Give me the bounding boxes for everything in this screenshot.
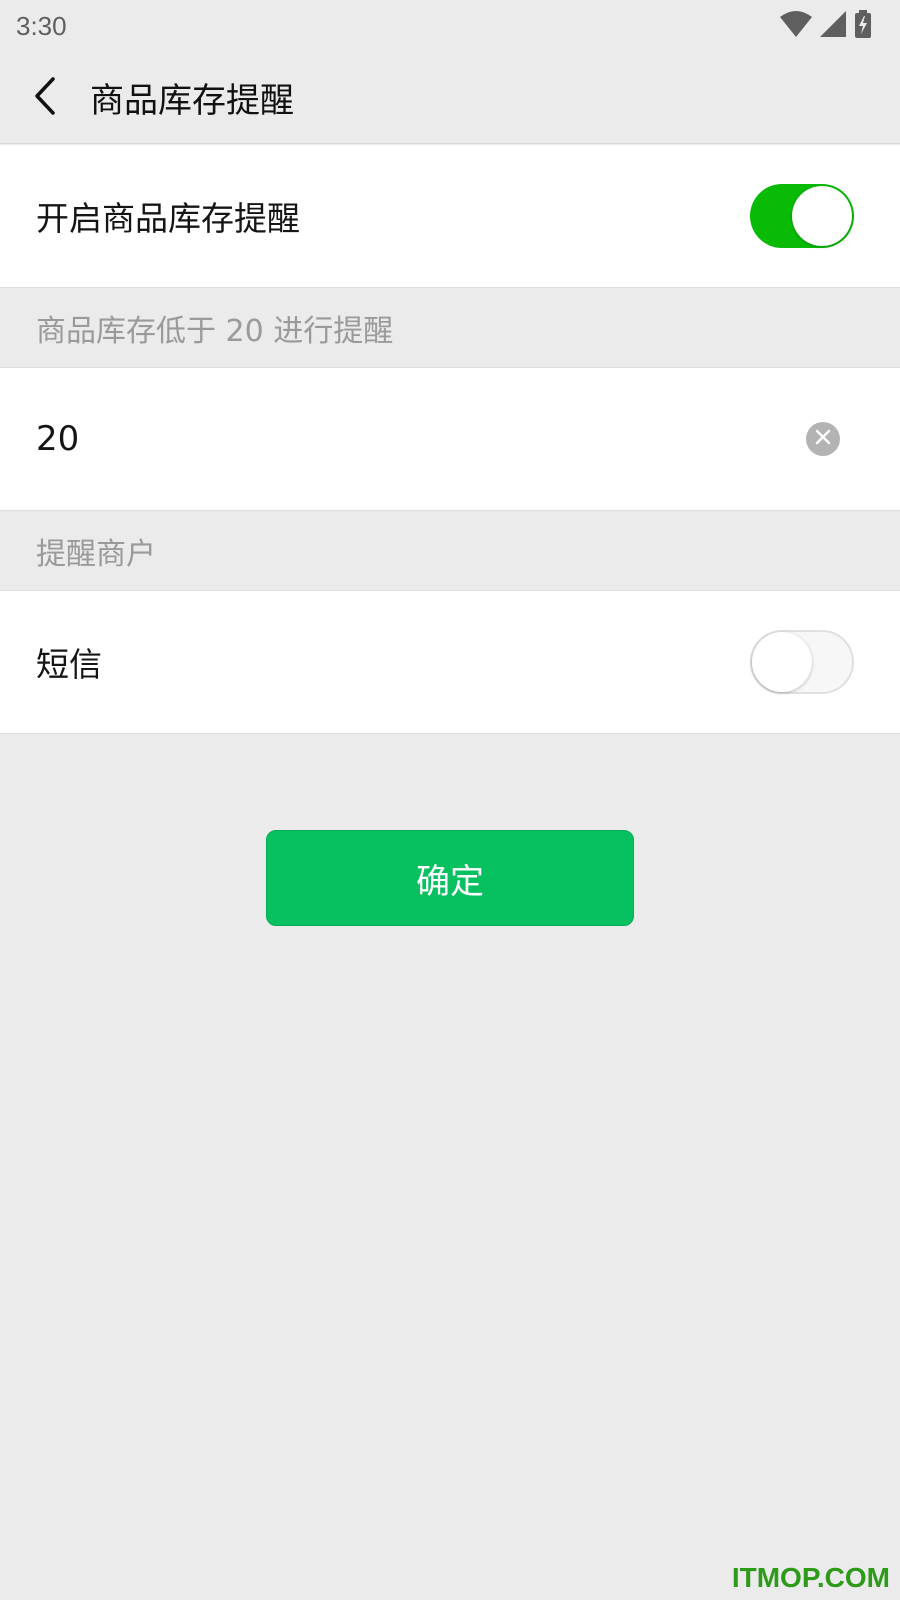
status-icons [780,10,872,42]
clear-button[interactable] [806,422,840,456]
notify-header-text: 提醒商户 [36,536,156,572]
stock-alert-cell: 开启商品库存提醒 [0,145,900,288]
switch-knob [792,186,852,246]
confirm-button[interactable]: 确定 [266,830,634,926]
chevron-left-icon [33,76,57,120]
sms-switch[interactable] [750,630,854,694]
back-button[interactable] [0,52,90,144]
threshold-input-cell [0,368,900,511]
page-title: 商品库存提醒 [90,81,294,121]
stock-alert-switch[interactable] [750,184,854,248]
threshold-header-text: 商品库存低于 20 进行提醒 [36,313,394,349]
threshold-section-header: 商品库存低于 20 进行提醒 [0,288,900,368]
watermark: ITMOP.COM [731,1562,890,1593]
navigation-bar: 商品库存提醒 [0,52,900,144]
status-time: 3:30 [16,10,67,41]
battery-charging-icon [854,10,872,42]
sms-label: 短信 [36,645,102,684]
wifi-icon [780,11,812,41]
clear-icon [814,428,832,450]
notify-section-header: 提醒商户 [0,511,900,591]
status-bar: 3:30 [0,0,900,52]
threshold-input[interactable] [36,419,716,459]
stock-alert-label: 开启商品库存提醒 [36,199,300,238]
signal-icon [820,11,846,41]
sms-cell: 短信 [0,591,900,734]
switch-knob [752,632,812,692]
